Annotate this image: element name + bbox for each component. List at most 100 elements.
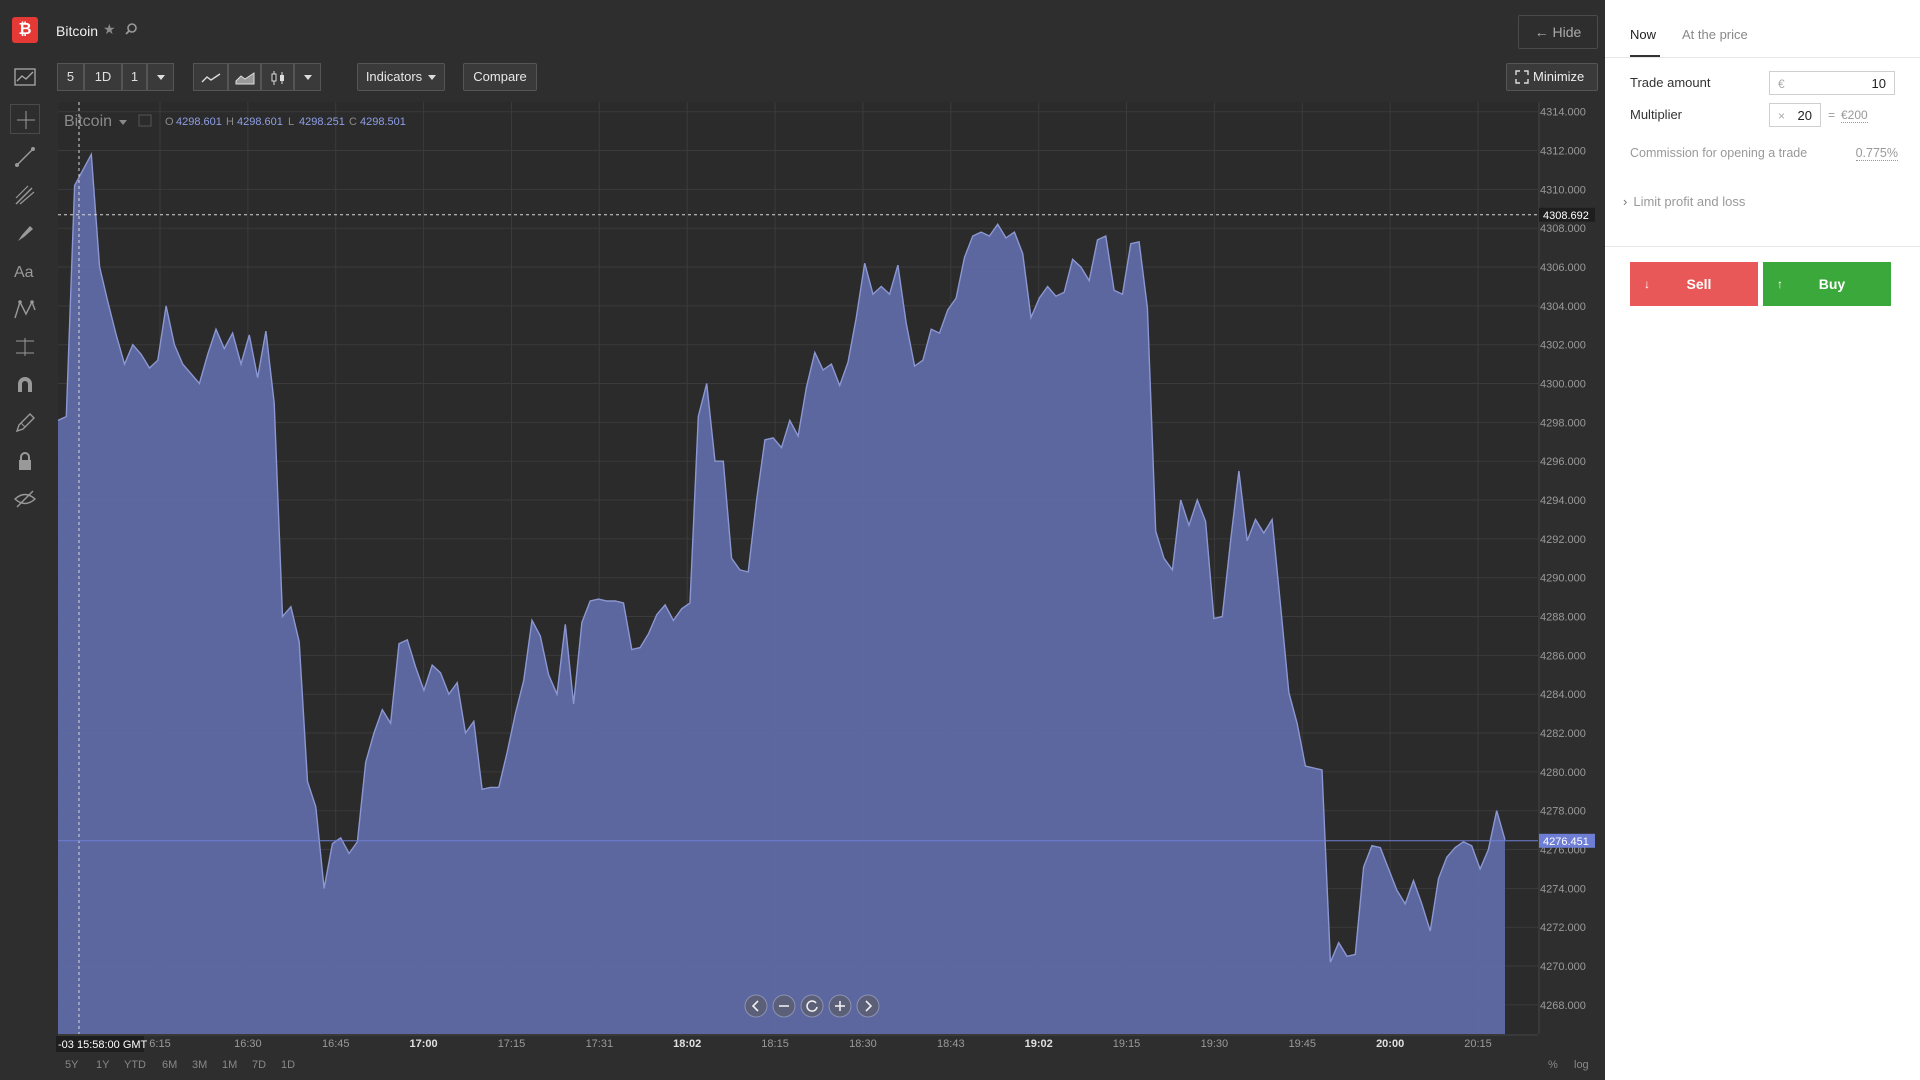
price-chart[interactable]: 4314.000 4312.000 4310.000 4308.000 4306.000… [0,0,1605,1080]
range-1y-button[interactable]: 1Y [96,1059,109,1071]
x-tick-label: 19:02 [1025,1038,1053,1050]
trade-panel: Now At the price Trade amount € 10 Multi… [1605,0,1920,1080]
y-tick-label: 4310.000 [1540,184,1586,196]
sell-button[interactable]: ↓ Sell [1630,262,1758,306]
interval-1d-button[interactable]: 1D [84,63,122,91]
buy-label: Buy [1818,276,1846,292]
buy-button[interactable]: ↑ Buy [1763,262,1891,306]
x-tick-label: 18:30 [849,1038,877,1050]
ohlc-key: C [349,116,357,128]
indicators-button[interactable]: Indicators [357,63,445,91]
svg-text:Aa: Aa [14,264,34,281]
magnet-tool[interactable] [10,370,40,400]
y-tick-label: 4306.000 [1540,262,1586,274]
last-price-label: 4276.451 [1543,836,1589,848]
range-1m-button[interactable]: 1M [222,1059,237,1071]
scroll-left-button[interactable] [744,994,768,1018]
crosshair-icon [17,111,35,129]
pencil-ruler-icon [15,413,35,433]
y-tick-label: 4312.000 [1540,146,1586,158]
indicators-label: Indicators [365,69,423,84]
chevron-down-icon [428,75,437,81]
chart-type-dropdown[interactable] [294,63,321,91]
trade-amount-value: 10 [1871,76,1886,91]
interval-dropdown[interactable] [147,63,174,91]
percent-scale-button[interactable]: % [1548,1059,1558,1071]
area-chart-button[interactable] [228,63,261,91]
divider [1605,246,1920,247]
x-tick-label: 18:02 [673,1038,701,1050]
ohlc-value: 4298.601 [237,116,283,128]
trade-amount-label: Trade amount [1630,75,1711,90]
interval-5-button[interactable]: 5 [57,63,84,91]
x-tick-label: 18:43 [937,1038,965,1050]
multiplier-field[interactable]: × 20 [1769,103,1821,127]
candles-icon [271,70,284,85]
range-ytd-button[interactable]: YTD [124,1059,146,1071]
text-icon: Aa [14,264,34,281]
line-chart-button[interactable] [193,63,228,91]
range-7d-button[interactable]: 7D [252,1059,266,1071]
measure-tool[interactable] [10,332,40,362]
range-1d-button[interactable]: 1D [281,1059,295,1071]
chart-type-icon[interactable] [14,68,36,86]
ohlc-value: 4298.601 [176,116,222,128]
fork-icon [15,185,35,205]
sell-label: Sell [1686,276,1712,292]
y-tick-label: 4292.000 [1540,534,1586,546]
star-icon[interactable]: ★ [103,21,116,38]
tab-at-the-price[interactable]: At the price [1682,27,1748,42]
minimize-button[interactable]: Minimize [1506,63,1598,91]
range-5y-button[interactable]: 5Y [65,1059,78,1071]
y-tick-label: 4304.000 [1540,301,1586,313]
tab-now[interactable]: Now [1630,27,1656,42]
chevron-down-icon [156,75,165,81]
expand-icon [1515,70,1529,84]
magnet-icon [18,377,32,392]
top-bar: ₿ Bitcoin ★ ← Hide [0,0,1605,62]
interval-1-button[interactable]: 1 [122,63,147,91]
reset-zoom-button[interactable] [800,994,824,1018]
scroll-right-button[interactable] [856,994,880,1018]
trade-amount-field[interactable]: € 10 [1769,71,1895,95]
crosshair-tool[interactable] [10,104,40,134]
x-tick-label: 19:30 [1201,1038,1229,1050]
range-6m-button[interactable]: 6M [162,1059,177,1071]
range-3m-button[interactable]: 3M [192,1059,207,1071]
limit-profit-loss-toggle[interactable]: › Limit profit and loss [1623,194,1745,209]
lock-icon [19,452,31,470]
multiplied-amount: €200 [1841,108,1868,123]
y-tick-label: 4302.000 [1540,340,1586,352]
multiplier-label: Multiplier [1630,107,1683,122]
fib-tool[interactable] [10,180,40,210]
asset-title: Bitcoin [56,23,99,39]
crosshair-price-label: 4308.692 [1543,210,1589,222]
y-tick-label: 4270.000 [1540,961,1586,973]
area-chart-icon [235,71,254,85]
range-selector: 5Y 1Y YTD 6M 3M 1M 7D 1D % log [58,1056,1598,1078]
hide-drawings-tool[interactable] [10,484,40,514]
limit-profit-loss-label: Limit profit and loss [1633,194,1746,209]
text-tool[interactable]: Aa [10,256,40,286]
compare-button[interactable]: Compare [463,63,537,91]
log-scale-button[interactable]: log [1574,1059,1589,1071]
brush-tool[interactable] [10,218,40,248]
y-tick-label: 4314.000 [1540,107,1586,119]
trend-line-tool[interactable] [10,142,40,172]
y-tick-label: 4268.000 [1540,1000,1586,1012]
symbol-selector[interactable]: Bitcoin [64,113,112,130]
lock-tool[interactable] [10,446,40,476]
chart-toolbar: 5 1D 1 Indicators Compare Minimize [0,62,1605,96]
x-tick-label: 16:30 [234,1038,262,1050]
order-type-tabs: Now At the price [1605,0,1920,58]
drawing-toolbar: Aa [0,102,50,522]
candles-chart-button[interactable] [261,63,294,91]
times-icon: × [1778,109,1786,123]
chart-app: 4314.000 4312.000 4310.000 4308.000 4306.000… [0,0,1605,1080]
pattern-tool[interactable] [10,294,40,324]
search-icon[interactable] [124,22,138,36]
stay-drawing-tool[interactable] [10,408,40,438]
line-chart-icon [201,72,220,83]
eye-off-icon [13,490,37,508]
hide-button[interactable]: ← Hide [1518,15,1598,49]
